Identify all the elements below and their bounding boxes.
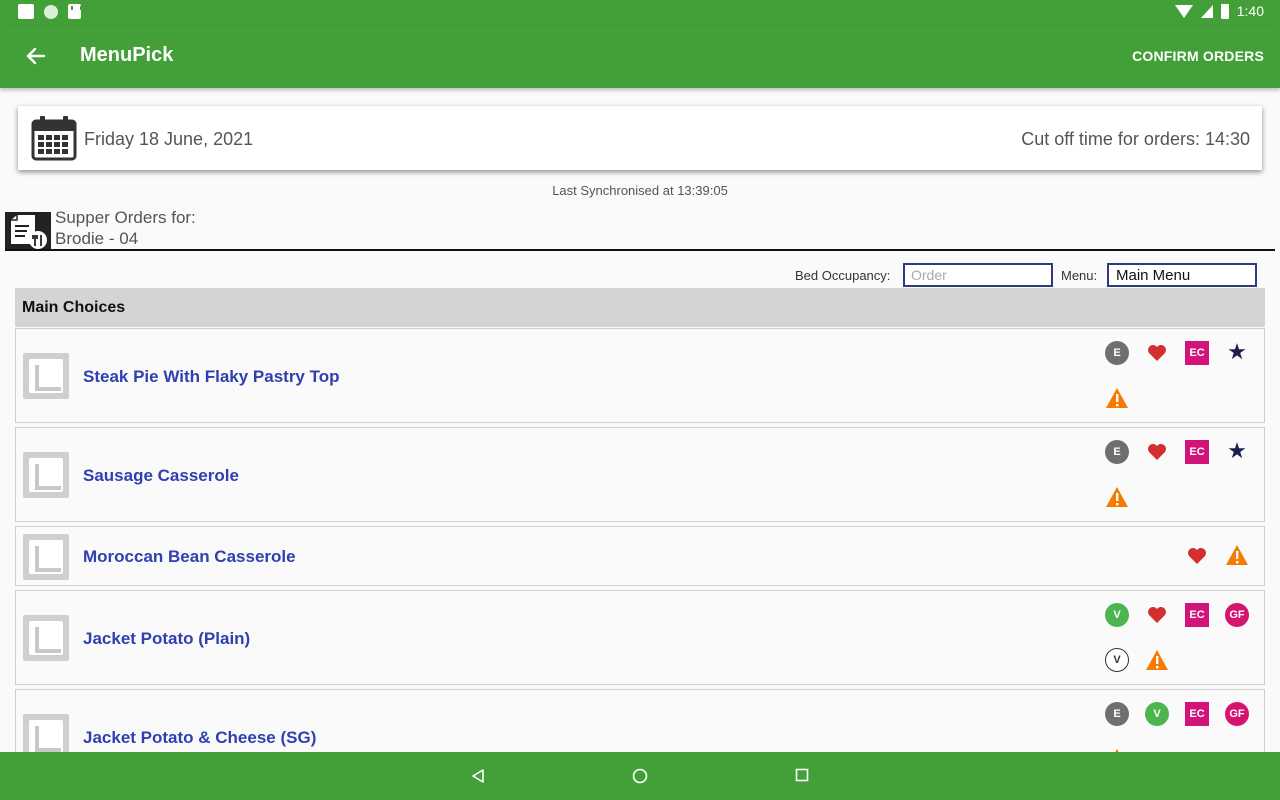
warning-icon <box>1146 650 1168 670</box>
vegetarian-badge-icon: V <box>1145 702 1169 726</box>
vegetarian-badge-icon: V <box>1105 603 1129 627</box>
system-nav-bar <box>0 752 1280 800</box>
menu-select[interactable]: Main Menu <box>1107 263 1257 287</box>
nav-recent-apps-icon[interactable] <box>795 768 809 782</box>
ec-badge-icon: EC <box>1185 603 1209 627</box>
warning-icon <box>1226 545 1248 565</box>
warning-icon <box>1106 487 1128 507</box>
order-date: Friday 18 June, 2021 <box>84 129 254 149</box>
sync-status-icon <box>44 4 58 19</box>
heart-icon <box>1148 345 1166 361</box>
app-bar: MenuPick CONFIRM ORDERS <box>0 26 1280 88</box>
gluten-free-badge-icon: GF <box>1225 603 1249 627</box>
warning-icon <box>1106 388 1128 408</box>
star-icon: ★ <box>1227 438 1247 463</box>
date-card: Friday 18 June, 2021 Cut off time for or… <box>18 106 1262 170</box>
vegan-badge-icon: V <box>1105 648 1129 672</box>
last-sync-text: Last Synchronised at 13:39:05 <box>552 183 728 198</box>
e-badge-icon: E <box>1105 341 1129 365</box>
menu-item[interactable]: Jacket Potato (Plain) V EC GF V <box>15 590 1265 685</box>
wifi-icon <box>1174 4 1193 18</box>
menu-label: Menu: <box>1061 268 1098 283</box>
back-button[interactable] <box>20 40 52 72</box>
item-name: Steak Pie With Flaky Pastry Top <box>83 367 340 386</box>
item-image-placeholder-icon <box>23 615 69 661</box>
item-image-placeholder-icon <box>23 534 69 580</box>
heart-icon <box>1148 607 1166 623</box>
nav-back-icon[interactable] <box>470 768 486 784</box>
section-header: Main Choices <box>15 288 1265 327</box>
menu-item[interactable]: Moroccan Bean Casserole <box>15 526 1265 586</box>
notification-icon <box>18 4 34 19</box>
star-icon: ★ <box>1227 339 1247 364</box>
divider <box>5 249 1275 251</box>
orders-for-label: Supper Orders for: <box>55 208 196 227</box>
status-time: 1:40 <box>1236 3 1264 19</box>
ec-badge-icon: EC <box>1185 702 1209 726</box>
signal-icon <box>1200 4 1213 18</box>
heart-icon <box>1188 548 1206 564</box>
arrow-left-icon <box>26 47 46 65</box>
menu-order-icon <box>5 212 51 250</box>
battery-icon <box>1220 3 1229 19</box>
item-image-placeholder-icon <box>23 452 69 498</box>
ec-badge-icon: EC <box>1185 440 1209 464</box>
ec-badge-icon: EC <box>1185 341 1209 365</box>
section-title: Main Choices <box>22 299 126 316</box>
item-image-placeholder-icon <box>23 353 69 399</box>
calendar-icon <box>31 116 77 161</box>
heart-icon <box>1148 444 1166 460</box>
item-name: Moroccan Bean Casserole <box>83 547 296 566</box>
menu-item[interactable]: Steak Pie With Flaky Pastry Top E EC ★ <box>15 328 1265 423</box>
e-badge-icon: E <box>1105 702 1129 726</box>
item-name: Sausage Casserole <box>83 466 239 485</box>
nav-home-icon[interactable] <box>632 768 648 784</box>
sd-card-icon <box>68 4 82 19</box>
bed-occupancy-label: Bed Occupancy: <box>795 268 891 283</box>
app-title: MenuPick <box>80 44 174 66</box>
item-name: Jacket Potato & Cheese (SG) <box>83 728 317 747</box>
menu-item[interactable]: Sausage Casserole E EC ★ <box>15 427 1265 522</box>
confirm-orders-button[interactable]: CONFIRM ORDERS <box>1132 48 1264 64</box>
orders-room: Brodie - 04 <box>55 229 139 248</box>
status-bar: 1:40 <box>0 0 1280 26</box>
gluten-free-badge-icon: GF <box>1225 702 1249 726</box>
item-name: Jacket Potato (Plain) <box>83 629 251 648</box>
cutoff-time: Cut off time for orders: 14:30 <box>1021 129 1250 149</box>
bed-occupancy-input[interactable] <box>903 263 1053 287</box>
e-badge-icon: E <box>1105 440 1129 464</box>
